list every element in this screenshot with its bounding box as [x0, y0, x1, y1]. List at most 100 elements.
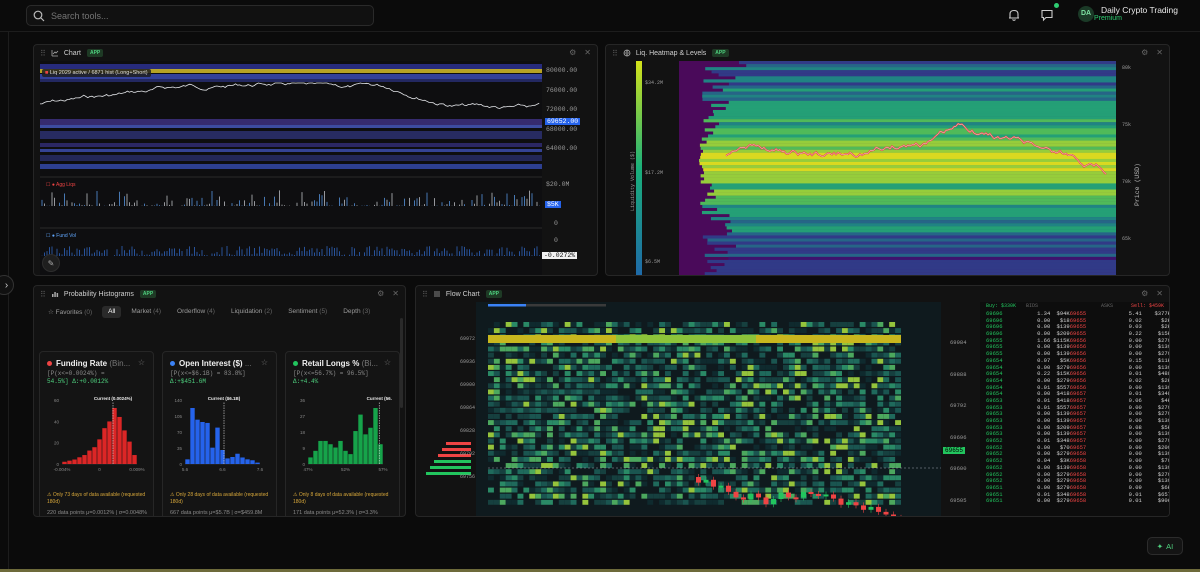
search-input[interactable]	[51, 10, 351, 21]
sidebar-toggle-button[interactable]: ›	[0, 275, 14, 295]
flow-cell	[747, 364, 754, 370]
histogram-panel-header[interactable]: ⠿ Probability Histograms APP ⚙ ✕	[34, 286, 405, 302]
bell-icon[interactable]	[1007, 8, 1021, 22]
flow-cell	[505, 407, 512, 413]
flow-cell	[682, 469, 689, 475]
pencil-icon[interactable]: ✎	[42, 254, 60, 272]
flow-cell	[729, 481, 736, 487]
flow-cell	[812, 438, 819, 444]
flow-cell	[688, 426, 695, 432]
tab-all[interactable]: All	[102, 306, 122, 318]
flow-cell	[712, 450, 719, 456]
user-menu[interactable]: DA Daily Crypto Trading Premium	[1078, 5, 1178, 22]
star-icon[interactable]: ☆	[261, 358, 268, 367]
flow-cell	[883, 328, 890, 334]
settings-icon[interactable]: ⚙	[569, 48, 576, 57]
flow-cell	[877, 493, 884, 499]
flow-cell	[806, 395, 813, 401]
flow-cell	[871, 481, 878, 487]
close-icon[interactable]: ✕	[392, 289, 399, 298]
settings-icon[interactable]: ⚙	[1141, 289, 1148, 298]
close-icon[interactable]: ✕	[1156, 289, 1163, 298]
flow-cell	[488, 444, 494, 450]
fund-vol-zero: 0	[554, 237, 558, 244]
flow-cell	[488, 499, 494, 505]
flow-cell	[836, 383, 842, 389]
ai-button[interactable]: ✦ AI	[1147, 537, 1183, 555]
histogram-bar	[122, 430, 127, 464]
flow-cell	[582, 364, 589, 370]
flow-cell	[600, 371, 606, 376]
flow-cell	[812, 487, 819, 493]
heatmap-body[interactable]: $34.2M $17.2M $6.5M Liquidity Volume ($)…	[606, 61, 1169, 275]
flow-cell	[735, 487, 742, 493]
candle	[771, 499, 776, 505]
flow-cell	[600, 322, 606, 327]
close-icon[interactable]: ✕	[584, 48, 591, 57]
flow-cell	[659, 383, 665, 389]
x-tick: -0.004%	[54, 467, 71, 472]
x-tick: 52%	[341, 467, 350, 472]
flow-cell	[889, 475, 896, 481]
flow-cell	[895, 475, 901, 481]
heatmap-panel-header[interactable]: ⠿ Liq. Heatmap & Levels APP ⚙ ✕	[606, 45, 1169, 61]
flow-cell	[499, 444, 506, 450]
bid-price: 69651	[986, 497, 1003, 505]
flow-cell	[824, 407, 831, 413]
star-icon[interactable]: ☆	[384, 358, 391, 367]
histogram-card[interactable]: Retail Longs % (Bi... ☆ [P(x<=56.7%) = 96.…	[285, 351, 400, 516]
flow-cell	[641, 450, 648, 456]
flow-cell	[871, 426, 878, 432]
flow-heatmap[interactable]	[416, 302, 976, 517]
flow-cell	[641, 371, 648, 376]
tab-depth[interactable]: Depth (3)	[337, 306, 376, 318]
star-icon[interactable]: ☆	[138, 358, 145, 367]
histogram-card[interactable]: Funding Rate (Bin... ☆ [P(x<=0.0024%) = 54.…	[39, 351, 154, 516]
flow-cell	[529, 352, 536, 358]
liquidity-level	[702, 94, 1116, 98]
flow-body[interactable]: 69972 69936 69900 69864 69828 69792 69756 6998…	[416, 302, 1169, 516]
flow-icon	[433, 291, 440, 297]
flow-cell	[818, 383, 825, 389]
flow-cell	[753, 407, 760, 413]
settings-icon[interactable]: ⚙	[1141, 48, 1148, 57]
tab-orderflow[interactable]: Orderflow (4)	[171, 306, 221, 318]
ask-size: 0.01	[1128, 497, 1142, 505]
price-chart-canvas[interactable]	[34, 61, 598, 276]
chart-panel-header[interactable]: ⠿ Chart APP ⚙ ✕	[34, 45, 597, 61]
tab-market[interactable]: Market (4)	[125, 306, 167, 318]
flow-cell	[853, 364, 860, 370]
flow-cell	[794, 499, 801, 505]
order-book-row[interactable]: 69651 0.00 $279 69658 0.01 $906	[986, 497, 1169, 505]
flow-cell	[800, 414, 807, 419]
drag-handle-icon[interactable]: ⠿	[40, 49, 46, 58]
liquidation-heatmap[interactable]	[606, 61, 1170, 276]
histogram-card[interactable]: Open Interest ($) ... ☆ [P(x<=$6.1B) = 83.…	[162, 351, 277, 516]
flow-cell	[505, 389, 512, 395]
drag-handle-icon[interactable]: ⠿	[422, 290, 428, 299]
candle	[891, 514, 896, 516]
chat-icon[interactable]	[1040, 8, 1054, 22]
flow-cell	[889, 493, 896, 499]
flow-cell	[606, 395, 612, 401]
flow-cell	[670, 401, 677, 407]
search-box[interactable]	[26, 5, 374, 26]
tab-sentiment[interactable]: Sentiment (5)	[282, 306, 333, 318]
close-icon[interactable]: ✕	[1156, 48, 1163, 57]
scrollbar[interactable]	[400, 318, 403, 408]
tab-favorites[interactable]: ☆ Favorites (0)	[42, 306, 98, 318]
drag-handle-icon[interactable]: ⠿	[612, 49, 618, 58]
candle	[883, 511, 889, 515]
settings-icon[interactable]: ⚙	[377, 289, 384, 298]
tab-liquidation[interactable]: Liquidation (2)	[225, 306, 278, 318]
flow-cell	[847, 487, 854, 493]
flow-cell	[824, 358, 831, 364]
chart-body[interactable]: ■ Liq 2029 active / 6871 hist (Long+Shor…	[34, 61, 597, 275]
drag-handle-icon[interactable]: ⠿	[40, 290, 46, 299]
flow-cell	[617, 346, 624, 352]
flow-cell	[718, 456, 724, 462]
flow-cell	[741, 401, 748, 407]
tab-count: (4)	[153, 308, 162, 315]
flow-cell	[523, 377, 530, 383]
flow-panel-header[interactable]: ⠿ Flow Chart APP ⚙ ✕	[416, 286, 1169, 302]
